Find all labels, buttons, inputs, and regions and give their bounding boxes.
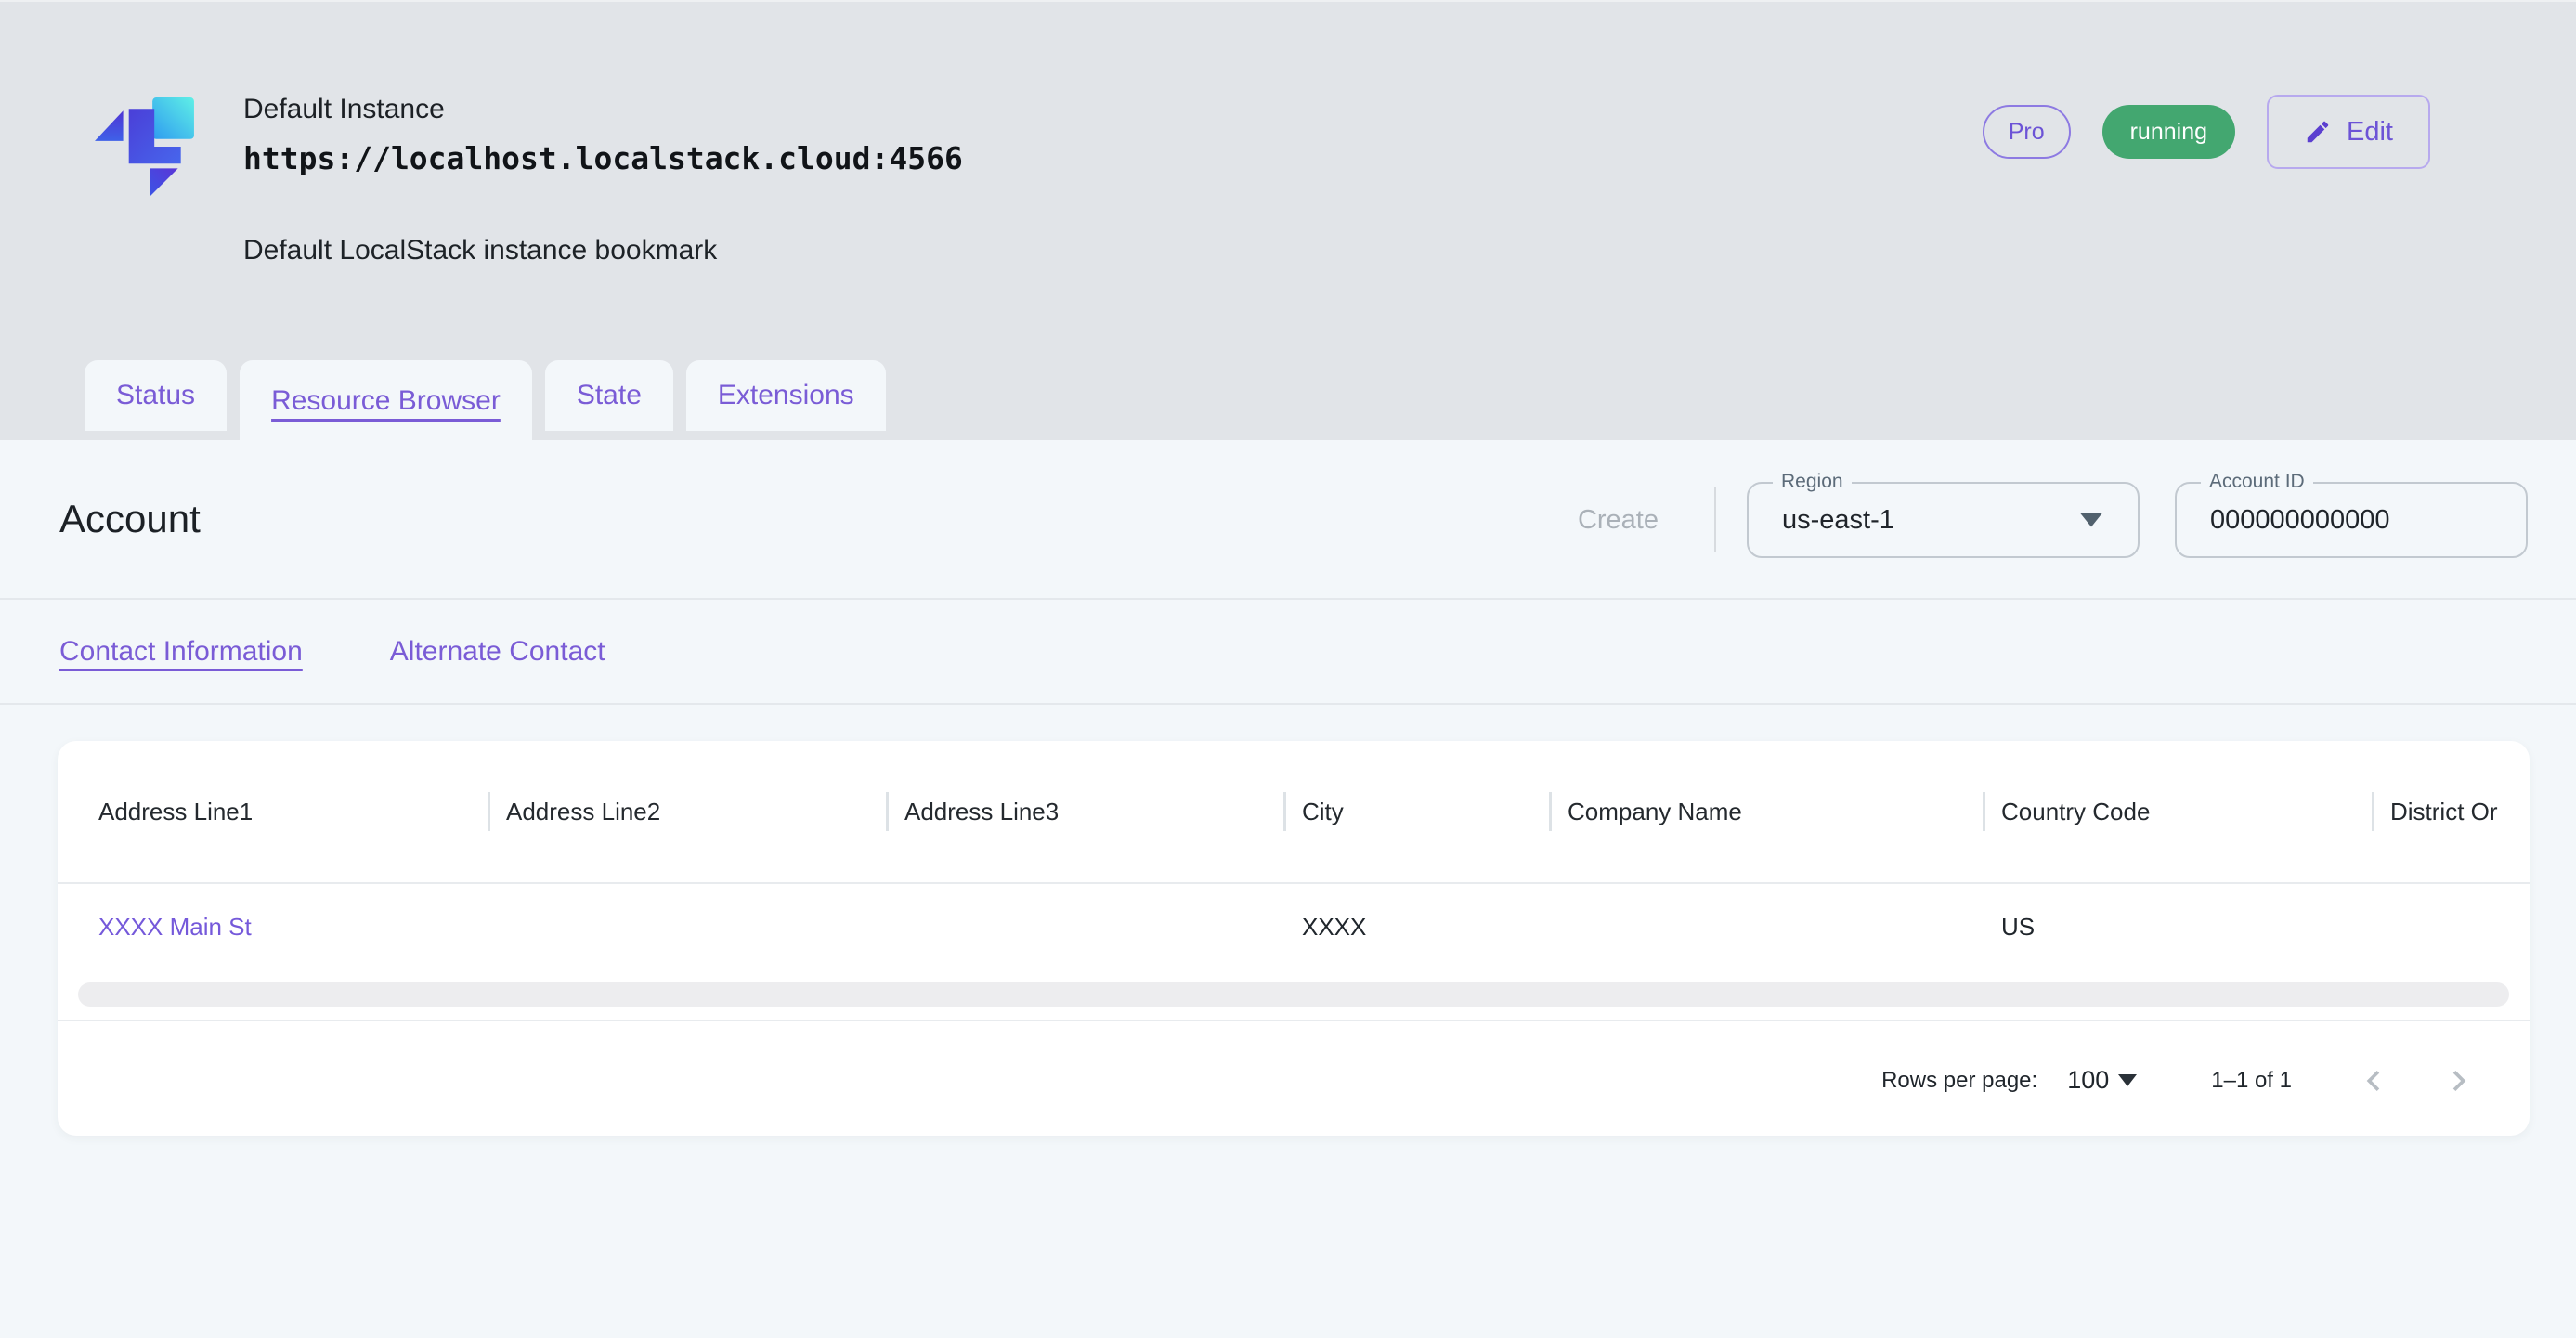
instance-header-text: Default Instance https://localhost.local… [243,91,963,269]
controls-divider [1714,487,1716,552]
horizontal-scrollbar[interactable] [78,982,2509,1007]
header-actions: Pro running Edit [1983,95,2430,169]
table-header-row: Address Line1 Address Line2 Address Line… [58,741,2530,882]
tab-status[interactable]: Status [85,360,227,431]
instance-url: https://localhost.localstack.cloud:4566 [243,137,963,180]
column-header-country-code[interactable]: Country Code [1983,741,2372,882]
instance-tabs: Status Resource Browser State Extensions [85,360,886,442]
cell-address-line2 [488,884,886,969]
tab-resource-browser-label: Resource Browser [271,385,501,417]
column-header-district[interactable]: District Or [2372,741,2530,882]
pro-badge: Pro [1983,105,2071,159]
region-select-value: us-east-1 [1749,505,1894,536]
tab-extensions[interactable]: Extensions [686,360,886,431]
column-header-company-name[interactable]: Company Name [1549,741,1983,882]
rows-per-page-select[interactable]: 100 [2067,1066,2137,1095]
status-badge: running [2102,105,2235,159]
sub-tab-alternate-contact[interactable]: Alternate Contact [390,636,605,668]
account-id-label: Account ID [2201,471,2313,493]
chevron-right-icon [2439,1060,2479,1101]
sub-tab-contact-information[interactable]: Contact Information [59,636,303,668]
resource-browser-panel: Account Create Region us-east-1 Account … [0,440,2576,1338]
cell-address-line1-link[interactable]: XXXX Main St [98,913,252,942]
cell-country-code: US [1983,884,2372,969]
instance-title: Default Instance [243,91,963,128]
column-header-address-line3[interactable]: Address Line3 [886,741,1283,882]
column-header-address-line1[interactable]: Address Line1 [58,741,488,882]
contact-information-table-card: Address Line1 Address Line2 Address Line… [58,741,2530,1136]
tab-extensions-label: Extensions [718,380,854,411]
instance-description: Default LocalStack instance bookmark [243,232,963,269]
page-title: Account [59,497,201,541]
account-sub-tabs: Contact Information Alternate Contact [0,600,2576,705]
column-header-address-line2[interactable]: Address Line2 [488,741,886,882]
tab-status-label: Status [116,380,195,411]
account-controls: Create Region us-east-1 Account ID [1578,440,2528,600]
rows-per-page-caret-icon [2118,1074,2137,1086]
pencil-icon [2304,118,2332,146]
tab-state[interactable]: State [545,360,673,431]
rows-per-page-label: Rows per page: [1881,1068,2037,1094]
cell-address-line3 [886,884,1283,969]
column-header-city[interactable]: City [1283,741,1549,882]
tab-resource-browser[interactable]: Resource Browser [240,360,532,442]
region-select[interactable]: Region us-east-1 [1747,482,2140,558]
chevron-left-icon [2353,1060,2394,1101]
cell-city: XXXX [1283,884,1549,969]
cell-company-name [1549,884,1983,969]
edit-button-label: Edit [2347,117,2393,148]
table-row[interactable]: XXXX Main St XXXX US [58,884,2530,969]
account-id-field: Account ID [2175,482,2528,558]
dropdown-caret-icon [2080,513,2102,527]
table-footer: Rows per page: 100 1–1 of 1 [58,1020,2530,1136]
create-button[interactable]: Create [1578,505,1659,536]
previous-page-button[interactable] [2351,1059,2396,1103]
localstack-logo [93,97,197,201]
rows-per-page-value: 100 [2067,1066,2109,1095]
account-id-input[interactable] [2177,504,2491,537]
tab-state-label: State [577,380,642,411]
pagination-range: 1–1 of 1 [2211,1068,2292,1094]
cell-district [2372,884,2530,969]
account-section-header: Account Create Region us-east-1 Account … [0,440,2576,600]
localstack-instance-page: Default Instance https://localhost.local… [0,0,2576,1338]
edit-button[interactable]: Edit [2267,95,2430,169]
region-select-label: Region [1773,471,1852,493]
next-page-button[interactable] [2437,1059,2481,1103]
